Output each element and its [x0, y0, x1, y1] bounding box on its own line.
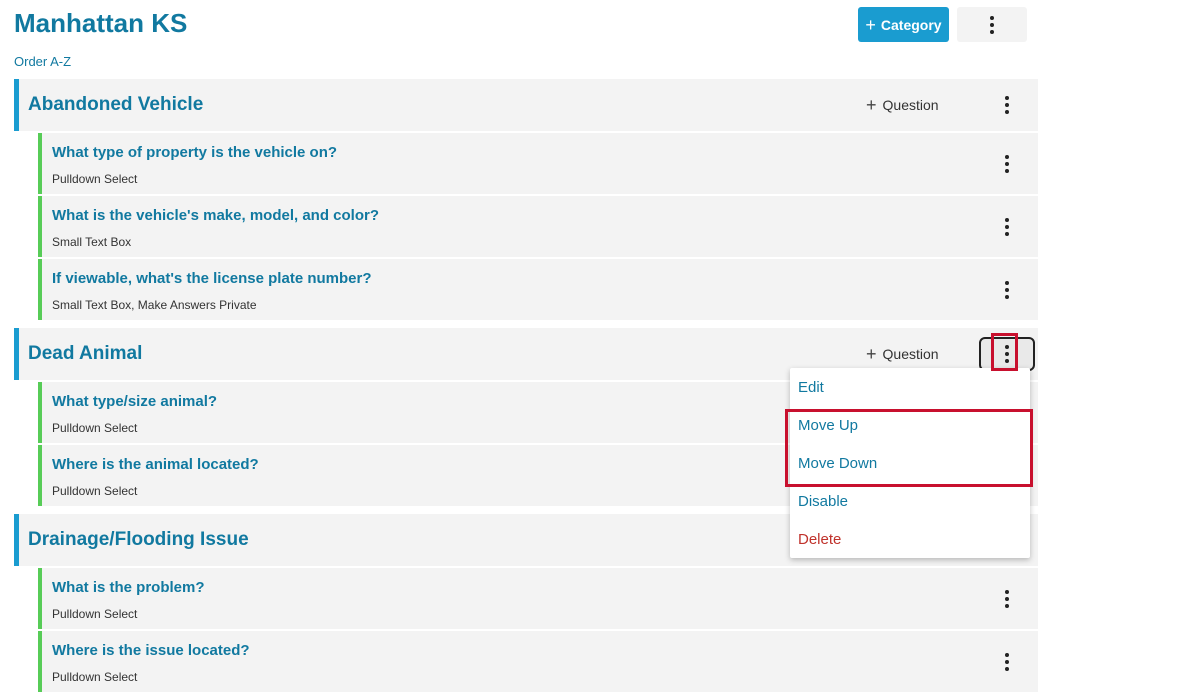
order-a-z-link[interactable]: Order A-Z: [14, 54, 71, 69]
question-title[interactable]: Where is the issue located?: [52, 642, 250, 659]
question-type: Pulldown Select: [52, 607, 138, 621]
add-question-button[interactable]: + Question: [866, 96, 939, 114]
question-type: Pulldown Select: [52, 670, 138, 684]
plus-icon: +: [866, 95, 877, 115]
category-more-button[interactable]: [979, 337, 1035, 371]
question-more-button[interactable]: [982, 210, 1032, 244]
add-question-label: Question: [882, 346, 939, 362]
question-row: What is the problem? Pulldown Select: [38, 568, 1038, 629]
add-question-button[interactable]: + Question: [866, 345, 939, 363]
page-title: Manhattan KS: [14, 8, 188, 38]
header-more-button[interactable]: [957, 7, 1027, 42]
kebab-menu-icon: [1005, 652, 1009, 671]
category-title[interactable]: Abandoned Vehicle: [28, 94, 203, 116]
question-type: Pulldown Select: [52, 421, 138, 435]
question-more-button[interactable]: [982, 645, 1032, 679]
category-more-button[interactable]: [979, 88, 1035, 122]
plus-icon: +: [866, 344, 877, 364]
kebab-menu-icon: [1005, 217, 1009, 236]
question-type: Pulldown Select: [52, 484, 138, 498]
question-row: What is the vehicle's make, model, and c…: [38, 196, 1038, 257]
category-title[interactable]: Drainage/Flooding Issue: [28, 529, 249, 551]
question-type: Small Text Box, Make Answers Private: [52, 298, 257, 312]
question-row: If viewable, what's the license plate nu…: [38, 259, 1038, 320]
question-title[interactable]: What type/size animal?: [52, 393, 217, 410]
menu-item-move-up[interactable]: Move Up: [798, 417, 858, 434]
category-row-abandoned-vehicle: Abandoned Vehicle + Question: [14, 79, 1038, 131]
question-title[interactable]: What is the vehicle's make, model, and c…: [52, 207, 379, 224]
question-title[interactable]: What type of property is the vehicle on?: [52, 144, 337, 161]
question-more-button[interactable]: [982, 147, 1032, 181]
kebab-menu-icon: [1005, 154, 1009, 173]
question-title[interactable]: Where is the animal located?: [52, 456, 259, 473]
question-row: Where is the issue located? Pulldown Sel…: [38, 631, 1038, 692]
menu-item-edit[interactable]: Edit: [798, 379, 824, 396]
question-title[interactable]: What is the problem?: [52, 579, 205, 596]
question-more-button[interactable]: [982, 273, 1032, 307]
kebab-menu-icon: [1005, 280, 1009, 299]
kebab-menu-icon: [990, 15, 994, 34]
plus-icon: +: [865, 14, 876, 35]
menu-item-disable[interactable]: Disable: [798, 493, 848, 510]
add-category-label: Category: [880, 16, 942, 33]
question-type: Small Text Box: [52, 235, 132, 249]
kebab-menu-icon: [1005, 345, 1009, 363]
question-title[interactable]: If viewable, what's the license plate nu…: [52, 270, 372, 287]
category-title[interactable]: Dead Animal: [28, 343, 142, 365]
menu-item-move-down[interactable]: Move Down: [798, 455, 877, 472]
add-question-label: Question: [882, 97, 939, 113]
question-type: Pulldown Select: [52, 172, 138, 186]
kebab-menu-icon: [1005, 589, 1009, 608]
menu-item-delete[interactable]: Delete: [798, 531, 841, 548]
question-more-button[interactable]: [982, 582, 1032, 616]
question-row: What type of property is the vehicle on?…: [38, 133, 1038, 194]
kebab-menu-icon: [1005, 96, 1009, 114]
category-actions-menu: Edit Move Up Move Down Disable Delete: [790, 368, 1030, 558]
add-category-button[interactable]: + Category: [858, 7, 949, 42]
